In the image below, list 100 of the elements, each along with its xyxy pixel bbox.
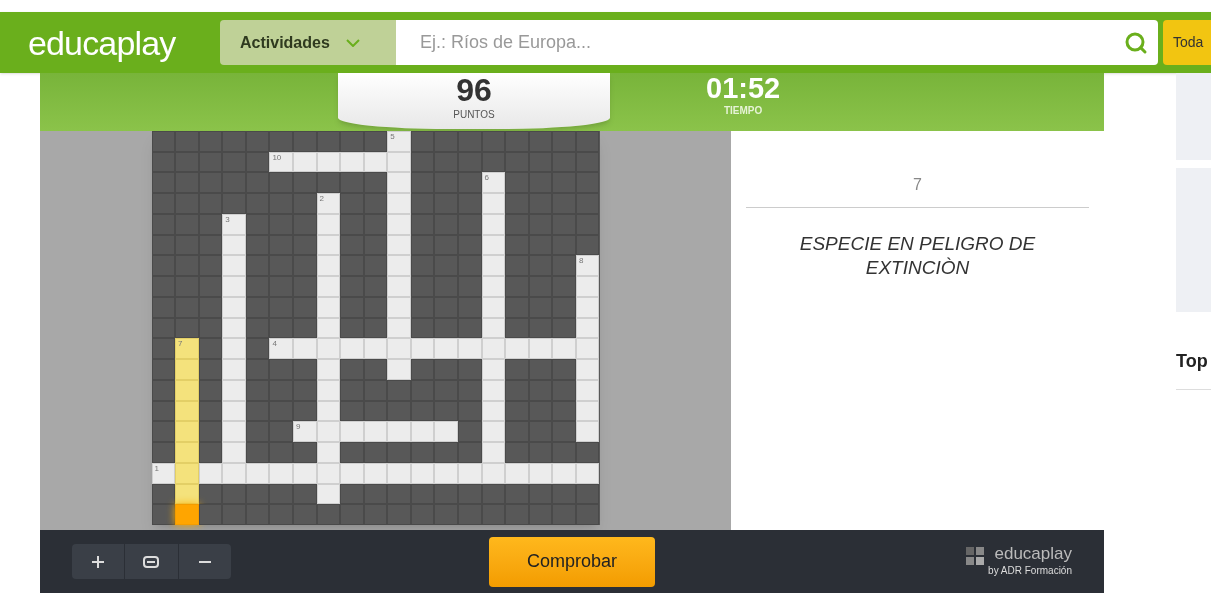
zoom-in-button[interactable]	[72, 544, 126, 579]
crossword-cell[interactable]	[222, 255, 246, 277]
crossword-cell[interactable]	[292, 338, 317, 360]
check-button[interactable]: Comprobar	[489, 536, 655, 587]
crossword-cell[interactable]	[316, 276, 341, 297]
crossword-cell[interactable]: 8	[575, 255, 600, 277]
crossword-cell[interactable]	[387, 296, 411, 318]
crossword-cell[interactable]: 10	[269, 151, 293, 173]
crossword-cell[interactable]	[316, 421, 341, 443]
crossword-cell[interactable]	[316, 255, 341, 277]
crossword-cell[interactable]	[175, 379, 199, 401]
crossword-cell[interactable]	[552, 338, 576, 360]
crossword-cell[interactable]	[387, 276, 411, 297]
crossword-cell[interactable]	[175, 421, 199, 443]
crossword-cell[interactable]	[410, 421, 435, 443]
crossword-cell[interactable]	[175, 483, 199, 505]
crossword-cell[interactable]: 2	[316, 193, 341, 214]
crossword-cell[interactable]	[387, 213, 411, 235]
crossword-cell[interactable]	[222, 317, 246, 339]
crossword-cell[interactable]	[363, 421, 388, 443]
sidebar-heading: Top	[1176, 350, 1209, 373]
crossword-cell[interactable]	[434, 338, 458, 360]
score-label: PUNTOS	[453, 108, 495, 122]
crossword-cell[interactable]	[340, 421, 364, 443]
crossword-cell[interactable]	[175, 504, 199, 525]
crossword-cell[interactable]	[410, 338, 435, 360]
crossword-cell[interactable]	[222, 442, 246, 463]
search-field[interactable]: Ej.: Ríos de Europa...	[396, 20, 1114, 65]
crossword-cell[interactable]	[387, 151, 411, 173]
crossword-cell[interactable]: 7	[175, 338, 199, 360]
clue-number: 7	[913, 175, 922, 195]
brand-subtitle: by ADR Formación	[988, 564, 1072, 578]
search-button[interactable]	[1114, 20, 1158, 65]
crossword-cell[interactable]	[316, 442, 341, 463]
category-dropdown[interactable]: Actividades	[220, 20, 396, 65]
crossword-cell[interactable]	[481, 276, 506, 297]
crossword-cell[interactable]: 1	[151, 462, 176, 484]
crossword-cell[interactable]	[363, 338, 388, 360]
crossword-cell[interactable]	[387, 317, 411, 339]
clue-text: ESPECIE EN PELIGRO DE EXTINCIÒN	[798, 232, 1037, 280]
crossword-cell[interactable]	[222, 379, 246, 401]
crossword-cell[interactable]	[528, 338, 553, 360]
crossword-cell[interactable]	[222, 234, 246, 256]
plus-icon	[92, 555, 105, 568]
squares-logo-icon	[966, 547, 985, 565]
crossword-cell[interactable]: 9	[292, 421, 317, 443]
crossword-cell[interactable]	[175, 359, 199, 380]
crossword-cell[interactable]: 5	[387, 131, 411, 152]
minus-icon	[198, 560, 211, 563]
crossword-cell[interactable]	[434, 421, 458, 443]
timer-value: 01:52	[706, 73, 781, 103]
crossword-cell[interactable]	[222, 400, 246, 422]
search-icon	[1124, 30, 1148, 55]
crossword-cell[interactable]	[175, 462, 199, 484]
crossword-cell[interactable]	[575, 276, 600, 297]
crossword-cell[interactable]: 3	[222, 213, 246, 235]
crossword-cell[interactable]	[387, 172, 411, 194]
crossword-cell[interactable]	[552, 462, 576, 484]
crossword-cell[interactable]	[481, 193, 506, 214]
crossword-cell[interactable]	[387, 462, 411, 484]
crossword-cell[interactable]	[175, 400, 199, 422]
crossword-cell[interactable]	[175, 442, 199, 463]
crossword-cell[interactable]	[222, 421, 246, 443]
crossword-cell[interactable]	[340, 151, 364, 173]
crossword-cell[interactable]	[387, 359, 411, 380]
crossword-cell[interactable]	[505, 338, 529, 360]
crossword-cell[interactable]	[340, 338, 364, 360]
crossword-cell[interactable]	[222, 359, 246, 380]
fit-icon	[143, 555, 160, 568]
crossword-cell[interactable]: 4	[269, 338, 293, 360]
crossword-cell[interactable]	[481, 442, 506, 463]
crossword-cell[interactable]	[481, 359, 506, 380]
crossword-cell[interactable]	[387, 234, 411, 256]
logo[interactable]: educaplay	[28, 25, 220, 60]
crossword-cell[interactable]	[340, 462, 364, 484]
crossword-cell[interactable]	[316, 338, 341, 360]
crossword-cell[interactable]	[505, 462, 529, 484]
crossword-cell[interactable]	[575, 359, 600, 380]
crossword-cell[interactable]	[387, 338, 411, 360]
crossword-cell[interactable]	[222, 338, 246, 360]
fit-button[interactable]	[125, 544, 179, 579]
crossword-cell[interactable]	[575, 421, 600, 443]
crossword-cell[interactable]	[434, 462, 458, 484]
crossword-cell[interactable]	[387, 193, 411, 214]
crossword-cell[interactable]	[269, 462, 293, 484]
crossword-cell[interactable]	[481, 255, 506, 277]
crossword-cell[interactable]	[458, 462, 482, 484]
crossword-cell[interactable]	[222, 462, 246, 484]
crossword-cell[interactable]	[481, 421, 506, 443]
crossword-cell[interactable]	[316, 359, 341, 380]
crossword-cell[interactable]: 6	[481, 172, 506, 194]
crossword-cell[interactable]	[387, 255, 411, 277]
crossword-cell[interactable]	[458, 338, 482, 360]
crossword-cell[interactable]	[222, 296, 246, 318]
timer-label: TIEMPO	[723, 104, 763, 118]
crossword-cell[interactable]	[481, 338, 506, 360]
crossword-cell[interactable]	[387, 421, 411, 443]
all-button[interactable]: Toda	[1163, 20, 1211, 65]
crossword-cell[interactable]	[575, 338, 600, 360]
crossword-cell[interactable]	[222, 276, 246, 297]
